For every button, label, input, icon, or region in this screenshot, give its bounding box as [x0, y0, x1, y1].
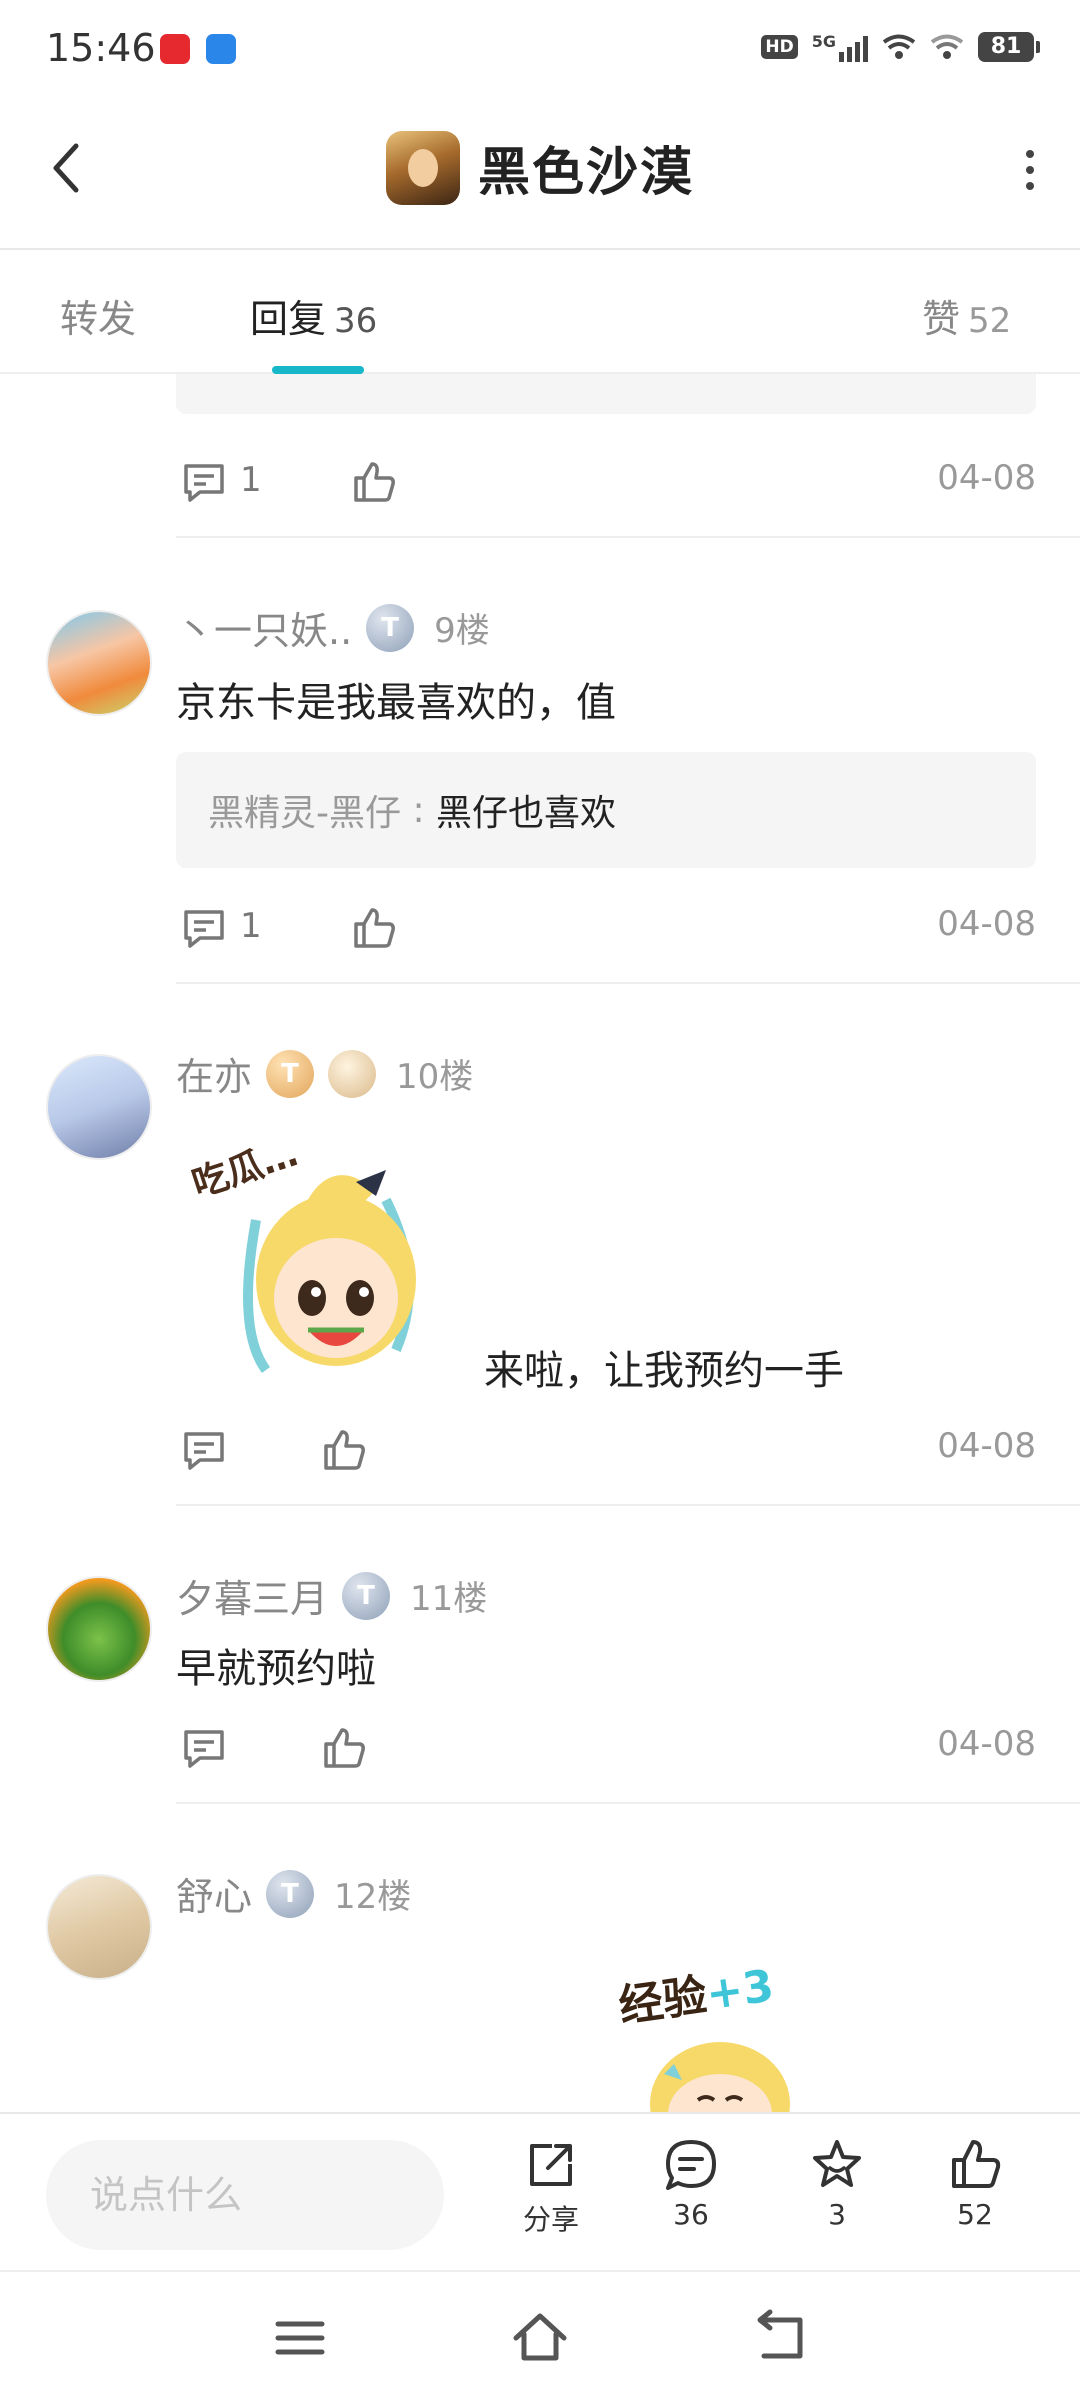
network-type-label: 5G	[811, 32, 836, 51]
comment-text: 早就预约啦	[176, 1646, 376, 1692]
floor-number: 9楼	[434, 611, 490, 651]
reply-icon[interactable]	[180, 458, 228, 506]
more-options-icon[interactable]	[1010, 140, 1050, 200]
tab-like[interactable]: 赞 52	[922, 288, 1011, 343]
reply-icon[interactable]	[180, 1724, 228, 1772]
tab-like-count: 52	[968, 301, 1012, 341]
avatar[interactable]	[46, 1054, 152, 1160]
fan-badge-icon	[328, 1049, 377, 1098]
share-button[interactable]: 分享	[496, 2136, 606, 2238]
quote-box-partial[interactable]	[176, 374, 1036, 414]
user-name[interactable]: 夕暮三月	[176, 1568, 328, 1623]
like-count: 52	[957, 2198, 993, 2231]
quote-separator: :	[401, 789, 437, 831]
comment-text: 京东卡是我最喜欢的，值	[176, 680, 616, 726]
status-bar: 15:46 HD 5G 81	[0, 0, 1080, 100]
comment-divider	[176, 982, 1080, 984]
music-app-icon	[160, 34, 190, 64]
like-icon[interactable]	[350, 458, 398, 506]
favorite-button[interactable]: 3	[782, 2136, 892, 2231]
wifi-icon	[882, 34, 916, 59]
level-badge-icon: T	[266, 1869, 315, 1918]
user-name[interactable]: 丶一只妖..	[176, 600, 352, 655]
comment-actions: 04-08	[176, 1716, 1036, 1776]
comment-divider	[176, 536, 1080, 538]
comment-actions: 1 04-08	[176, 896, 1036, 956]
battery-indicator: 81	[978, 32, 1040, 62]
user-name[interactable]: 在亦	[176, 1046, 252, 1101]
reply-icon[interactable]	[180, 1426, 228, 1474]
comment-divider	[176, 1504, 1080, 1506]
comment-header: 丶一只妖.. T 9楼	[176, 600, 490, 655]
reply-count: 1	[240, 460, 262, 500]
level-badge-icon: T	[366, 603, 415, 652]
comment-text: 来啦，让我预约一手	[484, 1348, 844, 1394]
comment-input[interactable]: 说点什么	[46, 2140, 444, 2250]
active-tab-indicator	[272, 366, 364, 374]
page-title-group[interactable]: 黑色沙漠	[0, 130, 1080, 205]
sticker-eating-melon[interactable]: 吃瓜…	[187, 1130, 436, 1380]
reply-count: 1	[240, 906, 262, 946]
user-name[interactable]: 舒心	[176, 1866, 252, 1921]
comment-divider	[176, 1802, 1080, 1804]
status-indicators: HD 5G 81	[761, 32, 1040, 62]
share-icon	[530, 2144, 572, 2186]
hotspot-app-icon	[206, 34, 236, 64]
thumbs-up-icon	[952, 2140, 1001, 2188]
page-title: 黑色沙漠	[477, 143, 694, 203]
star-icon	[813, 2140, 861, 2187]
comment-header: 在亦 T 10楼	[176, 1046, 473, 1101]
like-icon[interactable]	[350, 904, 398, 952]
avatar[interactable]	[46, 610, 152, 716]
bottom-action-bar: 说点什么 分享 36 3 52	[0, 2112, 1080, 2270]
level-badge-icon: T	[342, 1571, 391, 1620]
avatar[interactable]	[46, 1576, 152, 1682]
comment-header: 舒心 T 12楼	[176, 1866, 411, 1921]
floor-number: 10楼	[396, 1057, 474, 1097]
share-label: 分享	[522, 2203, 579, 2236]
hd-icon: HD	[761, 35, 798, 59]
back-nav-icon[interactable]	[750, 2308, 810, 2368]
comment-date: 04-08	[937, 458, 1036, 498]
home-icon[interactable]	[510, 2308, 570, 2368]
menu-icon[interactable]	[270, 2308, 330, 2368]
comment-header: 夕暮三月 T 11楼	[176, 1568, 487, 1623]
sticker-exp-plus[interactable]: 经验+3	[612, 1954, 792, 2112]
favorite-count: 3	[828, 2198, 846, 2231]
comment-button[interactable]: 36	[636, 2136, 746, 2231]
like-button[interactable]: 52	[920, 2136, 1030, 2231]
quoted-reply[interactable]: 黑精灵-黑仔 : 黑仔也喜欢	[176, 752, 1036, 868]
tab-reply-count: 36	[334, 301, 378, 341]
comment-actions: 04-08	[176, 1418, 1036, 1478]
tab-forward-label: 转发	[60, 297, 137, 341]
quoted-user-name[interactable]: 黑精灵-黑仔	[208, 784, 401, 836]
title-bar: 黑色沙漠	[0, 100, 1080, 250]
cellular-signal-icon: 5G	[812, 32, 868, 62]
game-avatar	[385, 130, 460, 205]
avatar[interactable]	[46, 1874, 152, 1980]
wifi-secondary-icon	[930, 34, 964, 59]
level-badge-icon: T	[266, 1049, 315, 1098]
tab-like-label: 赞	[922, 297, 961, 341]
like-icon[interactable]	[320, 1724, 368, 1772]
comment-date: 04-08	[937, 1724, 1036, 1764]
tab-reply[interactable]: 回复 36	[250, 288, 377, 343]
tab-forward[interactable]: 转发	[60, 288, 136, 343]
comment-date: 04-08	[937, 904, 1036, 944]
quoted-text: 黑仔也喜欢	[436, 793, 617, 834]
comment-actions: 1 04-08	[176, 450, 1036, 510]
reply-list[interactable]: 1 04-08 丶一只妖.. T 9楼 京东卡是我最喜欢的，值 黑精灵-黑仔 :…	[0, 374, 1080, 2112]
comment-date: 04-08	[937, 1426, 1036, 1466]
floor-number: 12楼	[334, 1877, 412, 1917]
floor-number: 11楼	[410, 1579, 488, 1619]
reply-icon[interactable]	[180, 904, 228, 952]
comment-count: 36	[673, 2198, 709, 2231]
status-time: 15:46	[46, 26, 156, 70]
comment-icon	[666, 2140, 716, 2190]
tab-bar: 转发 回复 36 赞 52	[0, 250, 1080, 374]
tab-reply-label: 回复	[250, 297, 327, 341]
system-nav-bar	[0, 2270, 1080, 2400]
like-icon[interactable]	[320, 1426, 368, 1474]
